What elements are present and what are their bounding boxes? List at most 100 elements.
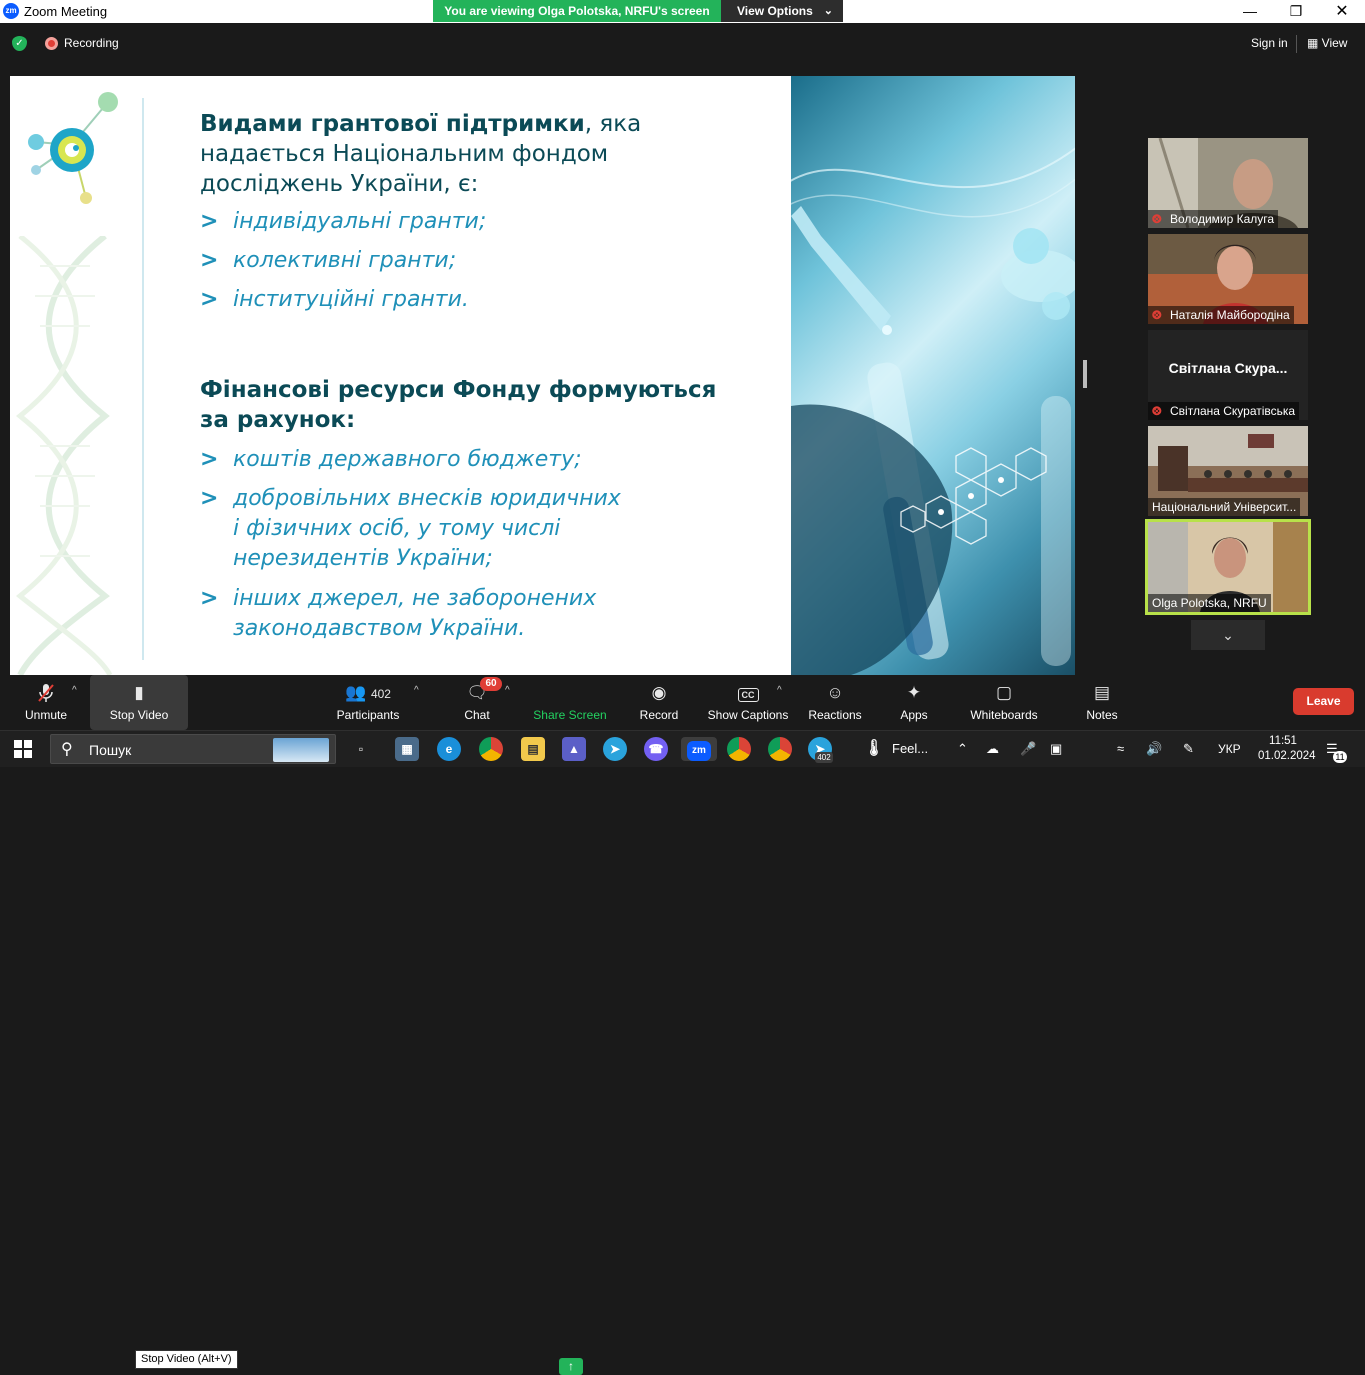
participants-options-caret[interactable]: ^ <box>414 675 426 730</box>
file-explorer-icon[interactable]: ▤ <box>521 737 545 761</box>
zoom-taskbar-button[interactable]: zm <box>681 737 717 761</box>
caret-up-icon: ^ <box>505 685 510 696</box>
captions-options-caret[interactable]: ^ <box>777 675 789 730</box>
copilot-icon[interactable]: ▲ <box>562 737 586 761</box>
share-screen-button[interactable]: Share Screen <box>530 675 610 730</box>
chrome-profile-icon[interactable] <box>727 737 751 761</box>
apps-label: Apps <box>900 708 928 722</box>
notes-button[interactable]: ▤ Notes <box>1078 675 1126 730</box>
participant-tile[interactable]: ⨷ Наталія Майбородіна <box>1148 234 1308 324</box>
chat-options-caret[interactable]: ^ <box>505 675 517 730</box>
participant-name: ⨷ Світлана Скуратівська <box>1148 402 1300 420</box>
muted-mic-icon <box>14 683 78 703</box>
recording-label[interactable]: Recording <box>64 36 119 50</box>
taskbar-search[interactable]: ⚲ Пошук <box>50 734 336 764</box>
share-banner: You are viewing Olga Polotska, NRFU's sc… <box>433 0 843 22</box>
participant-name: Національний Університ... <box>1148 498 1301 516</box>
screen-share-icon[interactable]: ▣ <box>1050 741 1062 757</box>
participant-tile-active-speaker[interactable]: Olga Polotska, NRFU <box>1145 519 1311 615</box>
whiteboard-icon: ▢ <box>995 683 1013 702</box>
slide-bullet-text: законодавством України. <box>233 616 526 641</box>
taskbar-search-label: Пошук <box>89 742 132 758</box>
input-language[interactable]: УКР <box>1218 742 1241 756</box>
caret-up-icon: ^ <box>72 685 77 696</box>
bullet-marker: > <box>200 447 219 472</box>
bullet-marker: > <box>200 586 219 611</box>
slide-heading-1-line-3: досліджень України, є: <box>200 171 479 197</box>
video-camera-icon: ▮ <box>134 683 144 702</box>
apps-icon: ✦ <box>906 683 922 702</box>
slide-bullet-text: і фізичних осіб, у тому числі <box>233 516 561 541</box>
task-view-icon[interactable]: ▫ <box>349 737 373 761</box>
participants-icon: 👥 402 <box>345 683 391 702</box>
clock[interactable]: 11:51 01.02.2024 <box>1258 734 1316 764</box>
minimize-icon[interactable]: — <box>1227 0 1273 23</box>
share-screen-label: Share Screen <box>533 708 607 722</box>
leave-button[interactable]: Leave <box>1293 688 1354 715</box>
meeting-toolbar: Unmute ^ ▮ Stop Video Stop Video (Alt+V)… <box>0 675 1365 1375</box>
unmute-button[interactable]: Unmute <box>14 675 78 730</box>
record-button[interactable]: ◉ Record <box>630 675 688 730</box>
stop-video-button[interactable]: ▮ Stop Video <box>90 675 188 730</box>
microphone-icon[interactable]: 🎤 <box>1020 741 1036 757</box>
security-shield-icon[interactable]: ✓ <box>12 36 27 51</box>
chrome-profile-icon[interactable] <box>768 737 792 761</box>
lab-test-tube-illustration <box>791 147 1075 675</box>
participant-tile[interactable]: ⨷ Володимир Калуга <box>1148 138 1308 228</box>
more-participants-chevron-icon[interactable]: ⌄ <box>1191 620 1265 650</box>
weather-widget-label[interactable]: Feel... <box>892 741 928 756</box>
caret-up-icon: ^ <box>777 685 782 696</box>
share-banner-message: You are viewing Olga Polotska, NRFU's sc… <box>433 0 721 22</box>
close-icon[interactable]: ✕ <box>1319 0 1365 23</box>
slide-bullet-text: індивідуальні гранти; <box>233 209 487 234</box>
edge-browser-icon[interactable]: e <box>437 737 461 761</box>
grid-icon: ▦ <box>1307 36 1322 50</box>
record-label: Record <box>639 708 679 722</box>
slide-heading-2-bold-2: за рахунок: <box>200 407 356 433</box>
slide-text-panel: Видами грантової підтримки, яка надаєтьс… <box>10 76 791 675</box>
thermometer-icon[interactable]: 🌡 <box>862 737 886 761</box>
reactions-label: Reactions <box>808 708 862 722</box>
show-hidden-icons-chevron-icon[interactable]: ⌃ <box>957 741 968 757</box>
audio-options-caret[interactable]: ^ <box>72 675 84 730</box>
slide-vertical-rule <box>142 98 144 660</box>
panel-resize-handle[interactable] <box>1083 360 1087 388</box>
smiley-plus-icon: ☺ <box>826 683 844 702</box>
unmute-label: Unmute <box>24 708 68 722</box>
wifi-icon[interactable]: ≈ <box>1117 741 1124 756</box>
slide-bullet-text: інших джерел, не заборонених <box>233 586 597 611</box>
participant-name-text: Наталія Майбородіна <box>1170 308 1290 322</box>
telegram-icon[interactable]: ➤ <box>603 737 627 761</box>
view-button[interactable]: ▦ View <box>1307 36 1347 50</box>
volume-icon[interactable]: 🔊 <box>1146 741 1162 757</box>
participant-name-text: Світлана Скуратівська <box>1170 404 1296 418</box>
chrome-icon[interactable] <box>479 737 503 761</box>
pen-icon[interactable]: ✎ <box>1183 741 1194 757</box>
recording-icon <box>45 37 58 50</box>
stop-video-tooltip: Stop Video (Alt+V) <box>135 1350 238 1369</box>
windows-start-icon[interactable] <box>14 740 32 758</box>
participant-name: Olga Polotska, NRFU <box>1148 594 1271 612</box>
slide-heading-1-line-1: Видами грантової підтримки, яка <box>200 109 641 139</box>
caret-up-icon: ^ <box>414 685 419 696</box>
calculator-icon[interactable]: ▦ <box>395 737 419 761</box>
participant-tile[interactable]: Національний Університ... <box>1148 426 1308 516</box>
whiteboards-button[interactable]: ▢ Whiteboards <box>964 675 1044 730</box>
apps-button[interactable]: ✦ Apps <box>889 675 939 730</box>
view-label: View <box>1321 36 1348 50</box>
chevron-down-icon: ⌄ <box>823 5 833 17</box>
participants-button[interactable]: 👥 402 Participants <box>332 675 404 730</box>
view-options-button[interactable]: View Options ⌄ <box>721 0 843 22</box>
reactions-button[interactable]: ☺ Reactions <box>804 675 866 730</box>
participant-name-text: Olga Polotska, NRFU <box>1152 596 1267 610</box>
sign-in-button[interactable]: Sign in <box>1251 36 1288 50</box>
participant-tile[interactable]: Світлана Скура... ⨷ Світлана Скуратівська <box>1148 330 1308 420</box>
onedrive-cloud-icon[interactable]: ☁ <box>986 741 999 757</box>
maximize-icon[interactable]: ❐ <box>1273 0 1319 23</box>
slide-heading-1-bold: Видами грантової підтримки <box>200 111 585 137</box>
window-title: Zoom Meeting <box>24 4 108 19</box>
viber-icon[interactable]: ☎ <box>644 737 668 761</box>
share-screen-icon: ↑ <box>559 1358 583 1375</box>
slide-heading-1-rest: , яка <box>584 111 642 137</box>
slide-bullet-text: нерезидентів України; <box>233 546 493 571</box>
